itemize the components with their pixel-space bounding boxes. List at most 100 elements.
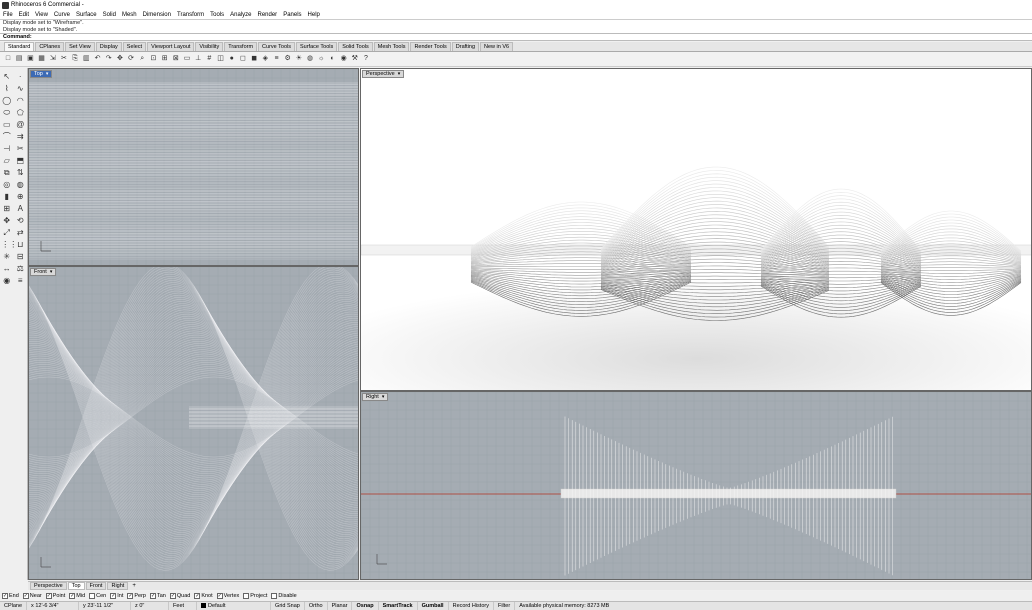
menu-solid[interactable]: Solid bbox=[103, 12, 116, 18]
fillet-icon[interactable]: ⌒ bbox=[1, 132, 12, 142]
perspective-viewport[interactable]: Perspective ▾ bbox=[360, 68, 1032, 391]
offset-icon[interactable]: ⇉ bbox=[15, 132, 26, 142]
tab-mesh-tools[interactable]: Mesh Tools bbox=[373, 42, 410, 51]
checkbox[interactable]: ✓ bbox=[69, 593, 76, 599]
polyline-icon[interactable]: ⌇ bbox=[1, 84, 12, 94]
osnap-near[interactable]: ✓ Near bbox=[22, 593, 42, 599]
menu-view[interactable]: View bbox=[35, 12, 48, 18]
checkbox[interactable]: ✓ bbox=[149, 593, 156, 599]
checkbox[interactable] bbox=[89, 593, 96, 599]
tab-visibility[interactable]: Visibility bbox=[195, 42, 224, 51]
checkbox[interactable]: ✓ bbox=[22, 593, 29, 599]
polygon-icon[interactable]: ⬠ bbox=[15, 108, 26, 118]
pan-icon[interactable]: ✥ bbox=[115, 54, 125, 64]
checkbox[interactable]: ✓ bbox=[194, 593, 201, 599]
menu-surface[interactable]: Surface bbox=[76, 12, 97, 18]
menu-transform[interactable]: Transform bbox=[177, 12, 204, 18]
loft-icon[interactable]: ⧉ bbox=[1, 168, 12, 178]
mirror-icon[interactable]: ⇄ bbox=[15, 228, 26, 238]
osnap-point[interactable]: ✓ Point bbox=[45, 593, 65, 599]
explode-icon[interactable]: ✳ bbox=[1, 252, 12, 262]
tab-solid-tools[interactable]: Solid Tools bbox=[338, 42, 373, 51]
box-icon[interactable]: ◎ bbox=[1, 180, 12, 190]
analyze-icon[interactable]: ⚖ bbox=[15, 264, 26, 274]
rotate-icon[interactable]: ⟲ bbox=[15, 216, 26, 226]
filter-toggle[interactable]: Filter bbox=[494, 601, 516, 610]
undo-icon[interactable]: ↶ bbox=[93, 54, 103, 64]
menu-help[interactable]: Help bbox=[308, 12, 320, 18]
sphere-icon[interactable]: ◍ bbox=[15, 180, 26, 190]
osnap-project[interactable]: Project bbox=[243, 593, 267, 599]
cplane-icon[interactable]: ⊥ bbox=[193, 54, 203, 64]
zoom-selected-icon[interactable]: ⊠ bbox=[171, 54, 181, 64]
zoom-icon[interactable]: ⌕ bbox=[137, 54, 147, 64]
render-icon[interactable]: ◉ bbox=[339, 54, 349, 64]
gumball-toggle[interactable]: Gumball bbox=[418, 601, 449, 610]
circle-icon[interactable]: ◯ bbox=[1, 96, 12, 106]
grid-icon[interactable]: # bbox=[204, 54, 214, 64]
viewport-tab-right[interactable]: Right bbox=[107, 582, 129, 590]
materials-icon[interactable]: ◍ bbox=[305, 54, 315, 64]
tab-select[interactable]: Select bbox=[122, 42, 147, 51]
tab-display[interactable]: Display bbox=[95, 42, 122, 51]
command-prompt[interactable]: Command: bbox=[0, 33, 1032, 41]
boolean-icon[interactable]: ⊕ bbox=[15, 192, 26, 202]
array-icon[interactable]: ⋮⋮ bbox=[1, 240, 17, 250]
osnap-vertex[interactable]: ✓ Vertex bbox=[216, 593, 239, 599]
tab-surface-tools[interactable]: Surface Tools bbox=[296, 42, 338, 51]
checkbox[interactable]: ✓ bbox=[127, 593, 134, 599]
osnap-end[interactable]: ✓ End bbox=[2, 593, 19, 599]
osnap-disable[interactable]: Disable bbox=[271, 593, 297, 599]
checkbox[interactable]: ✓ bbox=[216, 593, 223, 599]
tab-new-in-v6[interactable]: New in V6 bbox=[480, 42, 514, 51]
arc-icon[interactable]: ◠ bbox=[15, 96, 26, 106]
menu-render[interactable]: Render bbox=[258, 12, 278, 18]
checkbox[interactable] bbox=[243, 593, 250, 599]
checkbox[interactable]: ✓ bbox=[2, 593, 8, 599]
lights-icon[interactable]: ☀ bbox=[294, 54, 304, 64]
grid-snap-toggle[interactable]: Grid Snap bbox=[271, 601, 305, 610]
units-indicator[interactable]: Feet bbox=[169, 601, 198, 610]
add-viewport-tab-icon[interactable]: + bbox=[129, 583, 139, 589]
set-view-icon[interactable]: ◫ bbox=[216, 54, 226, 64]
scale-icon[interactable]: ⤢ bbox=[1, 228, 12, 238]
extrude-icon[interactable]: ⬒ bbox=[15, 156, 26, 166]
menu-analyze[interactable]: Analyze bbox=[230, 12, 251, 18]
new-icon[interactable]: □ bbox=[3, 54, 13, 64]
extend-icon[interactable]: ⊣ bbox=[1, 144, 12, 154]
menu-file[interactable]: File bbox=[3, 12, 13, 18]
paste-icon[interactable]: ▥ bbox=[81, 54, 91, 64]
rectangle-icon[interactable]: ▭ bbox=[1, 120, 12, 130]
right-viewport[interactable]: Right ▾ bbox=[360, 391, 1032, 580]
help-icon[interactable]: ? bbox=[361, 54, 371, 64]
named-views-icon[interactable]: ▭ bbox=[182, 54, 192, 64]
mesh-icon[interactable]: ⊞ bbox=[1, 204, 12, 214]
osnap-knot[interactable]: ✓ Knot bbox=[194, 593, 213, 599]
viewport-title-front[interactable]: Front ▾ bbox=[30, 268, 57, 276]
tab-transform[interactable]: Transform bbox=[224, 42, 258, 51]
tab-standard[interactable]: Standard bbox=[4, 42, 35, 51]
print-icon[interactable]: ▦ bbox=[37, 54, 47, 64]
cylinder-icon[interactable]: ▮ bbox=[1, 192, 12, 202]
copy-icon[interactable]: ⎘ bbox=[70, 54, 80, 64]
planar-toggle[interactable]: Planar bbox=[328, 601, 353, 610]
tab-drafting[interactable]: Drafting bbox=[451, 42, 480, 51]
menu-mesh[interactable]: Mesh bbox=[122, 12, 137, 18]
viewport-title-right[interactable]: Right ▾ bbox=[362, 393, 389, 401]
ellipse-icon[interactable]: ⬭ bbox=[1, 108, 12, 118]
viewport-title-top[interactable]: Top ▾ bbox=[30, 70, 53, 78]
layer-icon[interactable]: ≡ bbox=[15, 276, 26, 286]
text-icon[interactable]: A bbox=[15, 204, 26, 214]
cplane-indicator[interactable]: CPlane bbox=[0, 601, 28, 610]
menu-tools[interactable]: Tools bbox=[210, 12, 224, 18]
checkbox[interactable]: ✓ bbox=[110, 593, 117, 599]
osnap-quad[interactable]: ✓ Quad bbox=[169, 593, 190, 599]
checkbox[interactable]: ✓ bbox=[169, 593, 176, 599]
cut-icon[interactable]: ✂ bbox=[59, 54, 69, 64]
tab-render-tools[interactable]: Render Tools bbox=[410, 42, 451, 51]
curve-icon[interactable]: ∿ bbox=[15, 84, 26, 94]
viewport-tab-perspective[interactable]: Perspective bbox=[30, 582, 67, 590]
tab-set-view[interactable]: Set View bbox=[65, 42, 95, 51]
options-icon[interactable]: ⚒ bbox=[350, 54, 360, 64]
environment-icon[interactable]: ◐ bbox=[327, 54, 337, 64]
